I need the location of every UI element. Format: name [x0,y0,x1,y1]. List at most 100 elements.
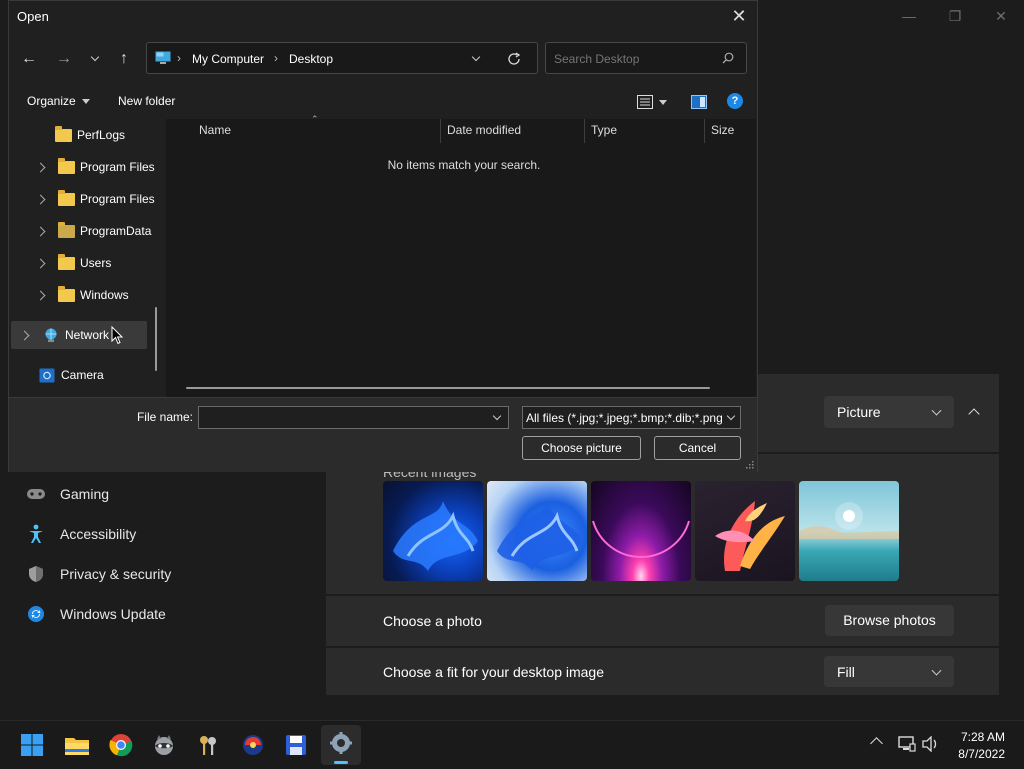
nav-item-accessibility[interactable]: Accessibility [26,519,136,549]
accessibility-icon [26,524,46,544]
gear-icon [330,732,352,754]
search-box[interactable] [545,42,747,74]
tree-item-windows[interactable]: Windows [35,283,129,307]
chevron-down-icon [931,405,942,416]
chevron-down-icon[interactable] [492,411,502,421]
details-view-icon [637,95,653,109]
keys-app-button[interactable] [194,731,222,759]
folder-icon [58,157,75,174]
view-options-button[interactable] [637,95,667,109]
chrome-button[interactable] [107,731,135,759]
tree-item-program-files[interactable]: Program Files [35,155,155,179]
search-input[interactable] [552,48,716,70]
save-app-button[interactable] [282,731,310,759]
file-list-hscrollbar[interactable] [186,387,710,389]
breadcrumb-desktop[interactable]: Desktop [289,52,333,66]
choose-picture-button[interactable]: Choose picture [522,436,641,460]
start-button[interactable] [18,731,46,759]
tree-item-perflogs[interactable]: PerfLogs [55,123,125,147]
taskbar: 7:28 AM 8/7/2022 [0,720,1024,769]
restore-button[interactable]: ❐ [932,6,978,26]
search-icon [722,52,734,64]
shield-icon [26,564,46,584]
network-icon[interactable] [898,736,916,752]
nav-item-gaming[interactable]: Gaming [26,479,109,509]
tree-item-camera[interactable]: Camera [39,363,104,387]
organize-menu[interactable]: Organize [27,94,90,108]
close-button[interactable]: ✕ [978,6,1024,26]
background-type-dropdown[interactable]: Picture [824,396,954,428]
tree-item-network[interactable]: Network [19,323,110,347]
clock-date[interactable]: 8/7/2022 [940,747,1005,761]
volume-icon[interactable] [922,736,940,752]
file-type-dropdown[interactable]: All files (*.jpg;*.jpeg;*.bmp;*.dib;*.pn… [522,406,741,429]
gamepad-icon [26,484,46,504]
file-name-combo[interactable] [198,406,509,429]
file-name-input[interactable] [203,409,487,428]
resize-grip-icon[interactable] [745,460,755,470]
new-folder-button[interactable]: New folder [118,94,175,108]
nav-item-windows-update[interactable]: Windows Update [26,599,166,629]
nav-item-privacy[interactable]: Privacy & security [26,559,171,589]
settings-taskbar-button[interactable] [321,725,361,765]
tree-item-label: Program Files [80,160,155,174]
folder-icon [65,738,89,755]
column-header-name[interactable]: Name [199,123,231,137]
column-header-size[interactable]: Size [711,123,734,137]
refresh-icon[interactable] [507,52,521,66]
breadcrumb-separator-icon: › [177,51,181,65]
arrow-right-icon: → [56,50,72,67]
chevron-right-icon[interactable] [35,162,46,172]
column-header-date-modified[interactable]: Date modified [447,123,521,137]
recent-image-1[interactable] [383,481,483,581]
tree-item-label: Network [65,328,110,342]
tree-item-program-files-x86[interactable]: Program Files [35,187,155,211]
raccoon-app-button[interactable] [150,731,178,759]
tree-item-label: PerfLogs [77,128,126,142]
address-history-chevron-icon[interactable] [471,52,481,62]
chevron-right-icon[interactable] [35,194,46,204]
chevron-down-icon [90,52,100,62]
address-bar[interactable]: › My Computer › Desktop [146,42,538,74]
help-icon[interactable]: ? [727,93,743,109]
dialog-close-button[interactable]: ✕ [729,7,749,27]
collapse-button[interactable] [958,396,990,428]
chevron-right-icon[interactable] [35,290,46,300]
nav-item-label: Gaming [60,486,110,502]
nav-item-label: Windows Update [60,606,166,622]
preview-pane-icon[interactable] [691,95,707,109]
arrow-up-icon: ↑ [120,50,128,67]
minimize-button[interactable]: — [886,6,932,26]
column-header-type[interactable]: Type [591,123,617,137]
nav-item-label: Accessibility [60,526,137,542]
recent-image-3[interactable] [591,481,691,581]
column-separator[interactable] [440,119,441,143]
breadcrumb-my-computer[interactable]: My Computer [192,52,264,66]
column-separator[interactable] [584,119,585,143]
column-separator[interactable] [704,119,705,143]
chrome-icon [109,734,133,757]
up-button[interactable]: ↑ [112,47,136,71]
cancel-button[interactable]: Cancel [654,436,741,460]
network-icon [45,328,57,342]
browse-photos-button[interactable]: Browse photos [825,605,954,636]
tree-scrollbar[interactable] [155,307,157,371]
chevron-right-icon[interactable] [35,258,46,268]
recent-image-4[interactable] [695,481,795,581]
chevron-right-icon[interactable] [19,330,30,340]
recent-image-2[interactable] [487,481,587,581]
tree-item-users[interactable]: Users [35,251,111,275]
recent-image-5[interactable] [799,481,899,581]
update-icon [26,604,46,624]
disk-app-button[interactable] [239,731,267,759]
chevron-right-icon[interactable] [35,226,46,236]
chevron-up-icon[interactable] [870,737,883,750]
fit-dropdown[interactable]: Fill [824,656,954,687]
tree-item-programdata[interactable]: ProgramData [35,219,151,243]
camera-icon [39,368,55,382]
forward-button[interactable]: → [52,47,76,71]
file-explorer-button[interactable] [63,731,91,759]
clock-time[interactable]: 7:28 AM [940,730,1005,744]
recent-locations-button[interactable] [83,47,107,71]
back-button[interactable]: ← [17,47,41,71]
